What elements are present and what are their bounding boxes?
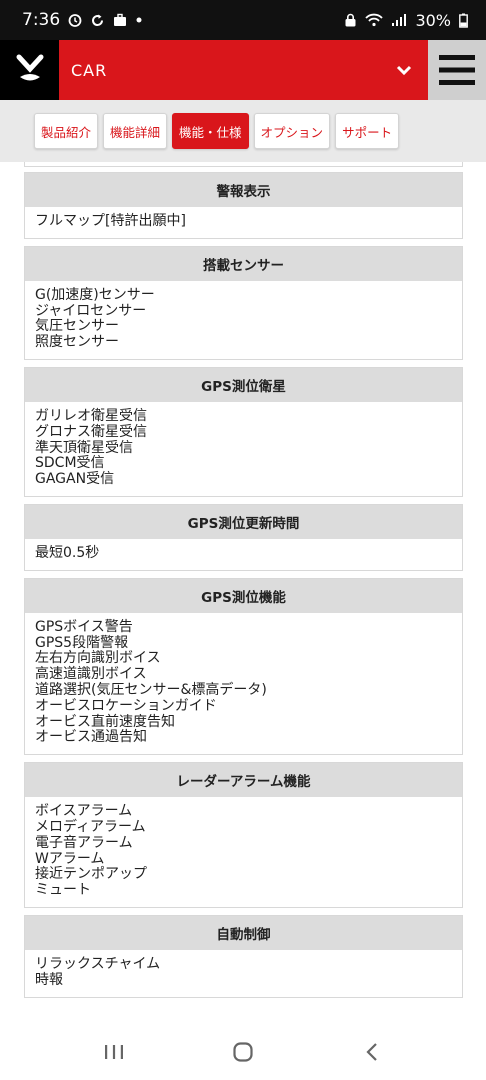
- spec-section: 搭載センサー G(加速度)センサー ジャイロセンサー 気圧センサー 照度センサー: [24, 245, 463, 360]
- spec-section-body: GPSボイス警告 GPS5段階警報 左右方向識別ボイス 高速道識別ボイス 道路選択(気圧…: [25, 613, 462, 754]
- spec-item: ガリレオ衛星受信: [35, 407, 147, 424]
- spec-item: 気圧センサー: [35, 318, 119, 335]
- spec-section-body: ボイスアラーム メロディアラーム 電子音アラーム Wアラーム 接近テンポアップ ミュート: [25, 797, 462, 907]
- spec-item: オービス直前速度告知: [35, 713, 175, 730]
- spec-item: 時報: [35, 971, 63, 988]
- spec-item: 左右方向識別ボイス: [35, 650, 161, 667]
- spec-content[interactable]: 警報表示 フルマップ[特許出願中] 搭載センサー G(加速度)センサー ジャイロセンサー…: [0, 162, 486, 1024]
- briefcase-icon: [113, 13, 127, 27]
- spec-section-title: GPS測位衛星: [25, 367, 462, 402]
- lock-icon: [344, 13, 357, 27]
- hamburger-menu-icon: [439, 55, 475, 85]
- spec-section: GPS測位衛星 ガリレオ衛星受信 グロナス衛星受信 準天頂衛星受信 SDCM受信 GAGA…: [24, 366, 463, 497]
- spec-section: 警報表示フルマップ[特許出願中]: [24, 172, 463, 239]
- recent-apps-icon: [105, 1045, 124, 1059]
- tab-support[interactable]: サポート: [335, 113, 400, 149]
- spec-item: GPSボイス警告: [35, 618, 133, 635]
- spec-item: メロディアラーム: [35, 818, 146, 835]
- spec-item: GPS5段階警報: [35, 634, 129, 651]
- status-right: 30%: [344, 11, 468, 30]
- signal-icon: [391, 13, 407, 27]
- spec-item: 接近テンポアップ: [35, 866, 147, 883]
- spec-item: リラックスチャイム: [35, 955, 161, 972]
- status-left: 7:36: [22, 10, 143, 30]
- site-logo[interactable]: [0, 40, 59, 100]
- y-logo-icon: [16, 54, 43, 81]
- system-nav-bar: [0, 1024, 486, 1080]
- spec-item: フルマップ[特許出願中]: [35, 213, 186, 229]
- status-bar: 7:36 30%: [0, 0, 486, 40]
- spec-item: グロナス衛星受信: [35, 423, 147, 440]
- spec-item: オービス通過告知: [35, 729, 147, 746]
- spec-section: レーダーアラーム機能 ボイスアラーム メロディアラーム 電子音アラーム Wアラーム 接近テ…: [24, 762, 463, 908]
- spec-section-title: GPS測位機能: [25, 578, 462, 613]
- hamburger-menu-button[interactable]: [428, 40, 486, 100]
- back-button[interactable]: [342, 1032, 402, 1072]
- spec-item: ジャイロセンサー: [35, 302, 147, 319]
- back-icon: [366, 1043, 377, 1061]
- recent-apps-button[interactable]: [84, 1032, 144, 1072]
- spec-section-body: 最短0.5秒: [25, 539, 462, 570]
- spec-item: ミュート: [35, 882, 91, 899]
- spec-section: GPS測位更新時間最短0.5秒: [24, 503, 463, 571]
- spec-item: SDCM受信: [35, 455, 105, 472]
- spec-item: Wアラーム: [35, 850, 105, 867]
- tab-specs[interactable]: 機能・仕様: [172, 113, 249, 149]
- category-dropdown[interactable]: CAR: [59, 40, 428, 100]
- status-time: 7:36: [22, 10, 61, 30]
- spec-section-title: 搭載センサー: [25, 246, 462, 281]
- spec-item: G(加速度)センサー: [35, 286, 155, 303]
- spec-item: 準天頂衛星受信: [35, 439, 133, 456]
- category-title: CAR: [71, 60, 108, 80]
- home-icon: [233, 1042, 253, 1062]
- alarm-icon: [68, 13, 82, 27]
- spec-section-body: ガリレオ衛星受信 グロナス衛星受信 準天頂衛星受信 SDCM受信 GAGAN受信: [25, 402, 462, 496]
- sync-icon: [90, 13, 105, 28]
- spec-section-body: リラックスチャイム 時報: [25, 950, 462, 997]
- spec-item: オービスロケーションガイド: [35, 697, 217, 714]
- spec-section-title: 警報表示: [25, 173, 462, 207]
- battery-icon: [459, 13, 468, 28]
- wifi-icon: [365, 13, 384, 27]
- previous-section-end: [24, 162, 463, 167]
- spec-section-title: GPS測位更新時間: [25, 504, 462, 539]
- spec-item: 高速道識別ボイス: [35, 666, 147, 683]
- product-tabs: 製品紹介 機能詳細 機能・仕様 オプション サポート: [0, 100, 486, 162]
- spec-item: 最短0.5秒: [35, 544, 100, 561]
- spec-section-title: 自動制御: [25, 915, 462, 950]
- spec-section-title: レーダーアラーム機能: [25, 763, 462, 798]
- tab-options[interactable]: オプション: [253, 113, 331, 149]
- spec-item: 道路選択(気圧センサー&標高データ): [35, 681, 267, 698]
- home-button[interactable]: [213, 1032, 273, 1072]
- tab-feature-details[interactable]: 機能詳細: [103, 113, 168, 149]
- spec-list: 警報表示 フルマップ[特許出願中] 搭載センサー G(加速度)センサー ジャイロセンサー…: [24, 162, 463, 1005]
- spec-item: 電子音アラーム: [35, 834, 133, 851]
- battery-percent: 30%: [415, 10, 451, 30]
- spec-section: GPS測位機能 GPSボイス警告 GPS5段階警報 左右方向識別ボイス 高速道識別ボイス…: [24, 577, 463, 756]
- spec-section-body: フルマップ[特許出願中]: [25, 207, 462, 238]
- spec-section-body: G(加速度)センサー ジャイロセンサー 気圧センサー 照度センサー: [25, 281, 462, 359]
- spec-item: GAGAN受信: [35, 471, 115, 488]
- spec-item: 照度センサー: [35, 334, 119, 351]
- notification-dot-icon: [135, 16, 143, 24]
- spec-section: 自動制御 リラックスチャイム 時報: [24, 914, 463, 998]
- site-header: CAR: [0, 40, 486, 100]
- spec-item: ボイスアラーム: [35, 803, 133, 820]
- tab-product-intro[interactable]: 製品紹介: [34, 113, 99, 149]
- chevron-down-icon: [396, 65, 412, 76]
